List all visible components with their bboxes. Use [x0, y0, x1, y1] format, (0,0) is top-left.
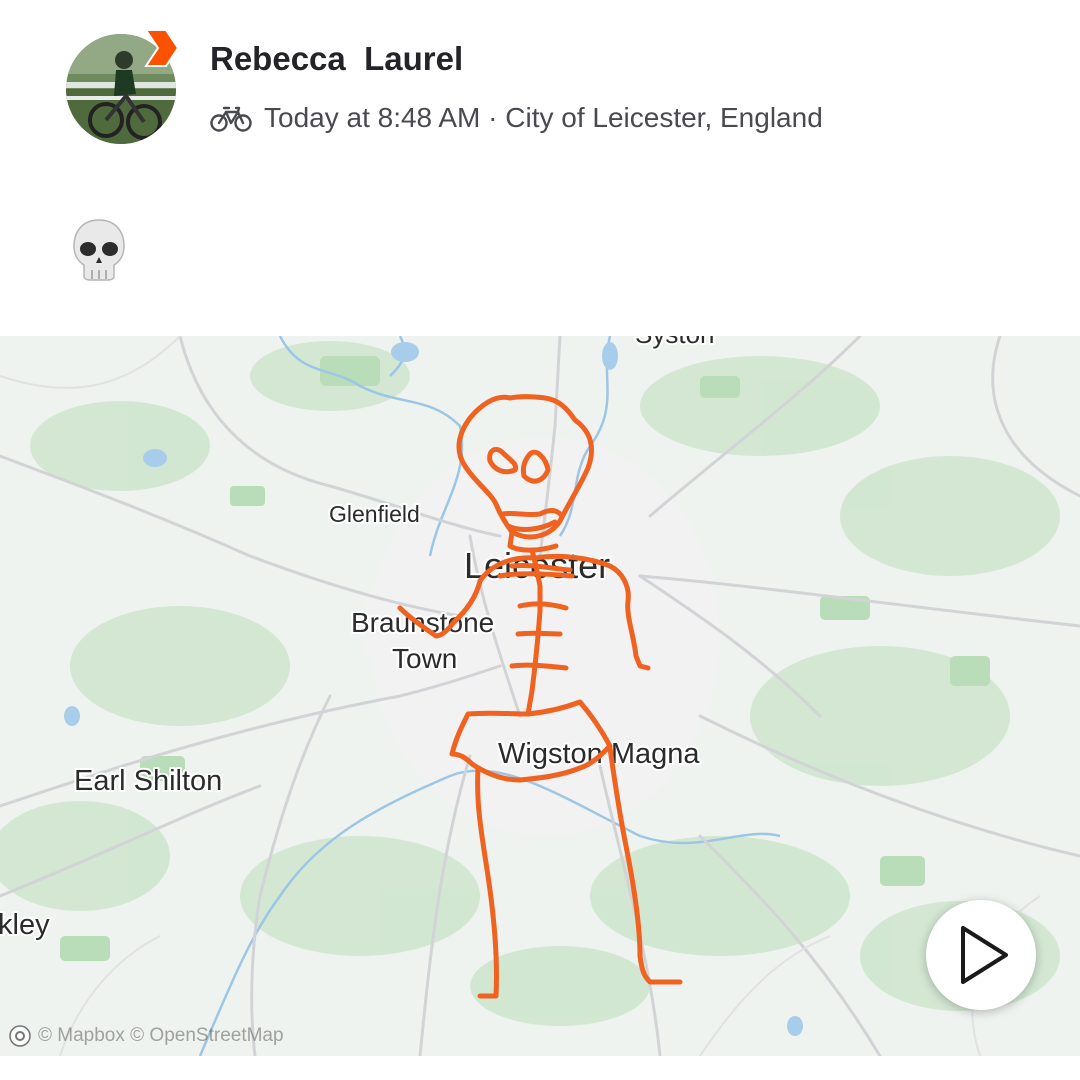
- map-label-braunstone: Braunstone: [351, 607, 494, 638]
- activity-meta: Today at 8:48 AM · City of Leicester, En…: [210, 98, 823, 138]
- bike-icon: [210, 106, 252, 132]
- map-attribution-text: © Mapbox © OpenStreetMap: [38, 1025, 284, 1046]
- skull-emoji: [73, 219, 125, 281]
- map-attribution[interactable]: © Mapbox © OpenStreetMap: [8, 1024, 284, 1048]
- meta-separator: ·: [480, 102, 506, 133]
- map-label-earl-shilton: Earl Shilton: [74, 765, 222, 797]
- map-label-braunstone-town: Town: [392, 643, 457, 674]
- play-icon: [961, 926, 1008, 984]
- activity-location: City of Leicester, England: [505, 102, 823, 133]
- activity-timestamp: Today at 8:48 AM: [264, 102, 481, 133]
- subscriber-chevron-icon: [144, 29, 180, 67]
- mapbox-logo-icon: [9, 1025, 31, 1047]
- map-label-hinckley: kley: [0, 909, 50, 941]
- activity-header: Rebecca Laurel Today at 8:48 AM · City o…: [0, 0, 1080, 330]
- map-label-syston: Syston: [635, 336, 715, 349]
- route-map[interactable]: Syston Glenfield Leicester Braunstone To…: [0, 336, 1080, 1056]
- athlete-name[interactable]: Rebecca Laurel: [210, 40, 463, 78]
- play-button[interactable]: [926, 900, 1036, 1010]
- map-label-glenfield: Glenfield: [329, 501, 420, 527]
